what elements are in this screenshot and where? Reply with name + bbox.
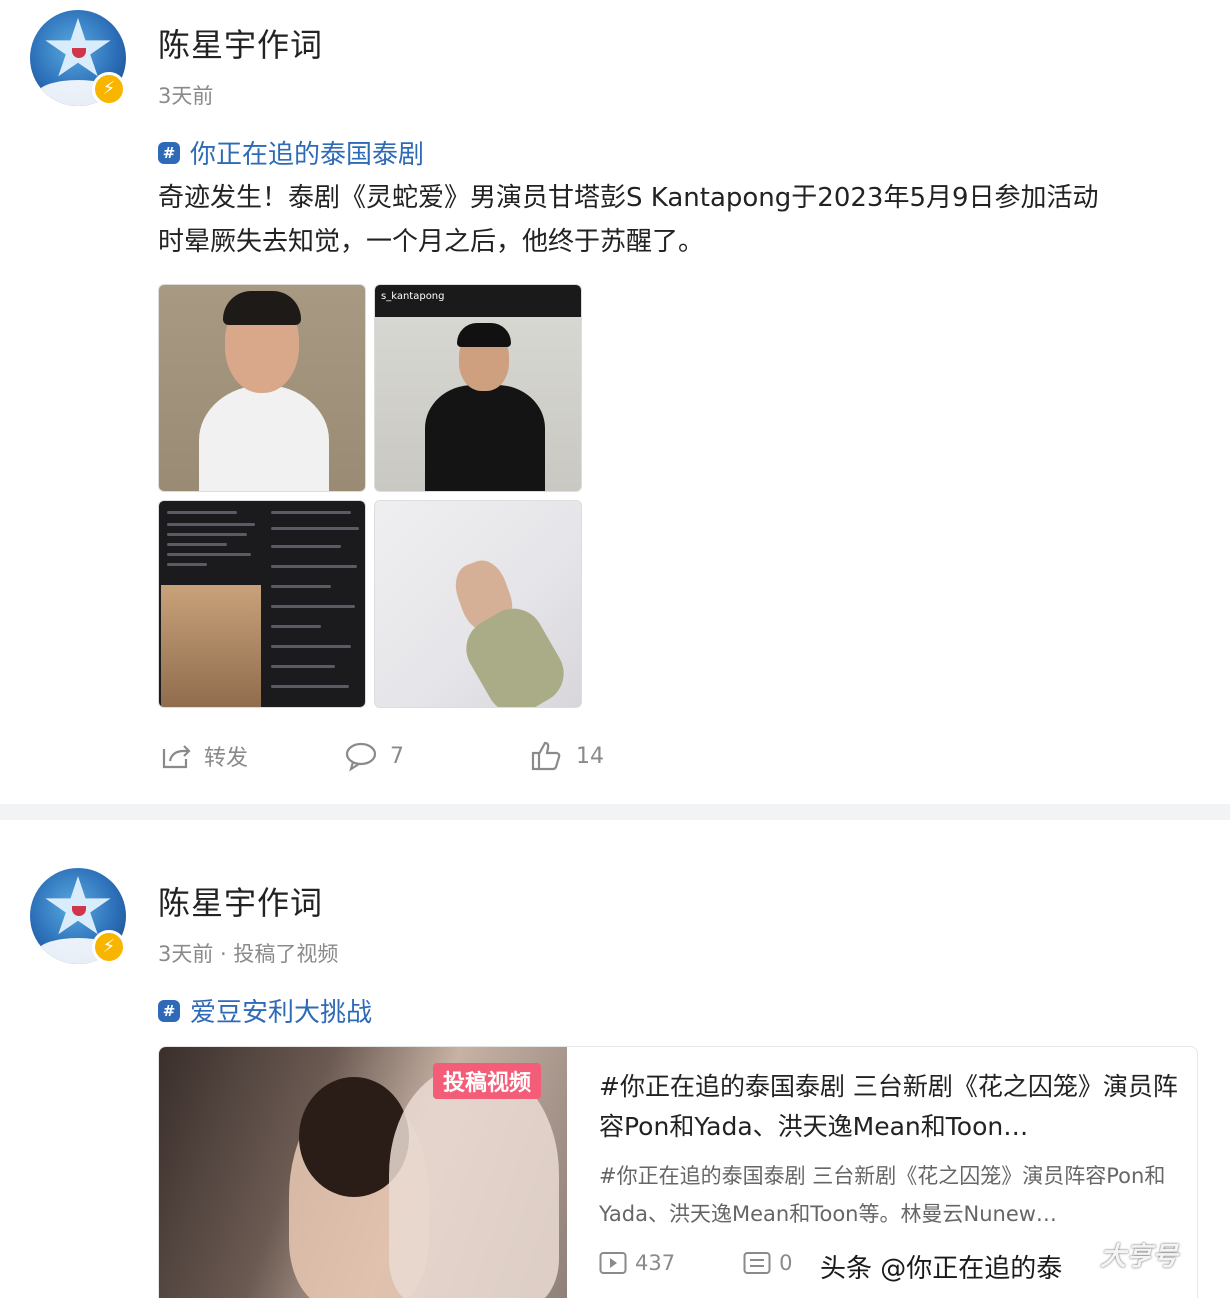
video-title[interactable]: #你正在追的泰国泰剧 三台新剧《花之囚笼》演员阵容Pon和Yada、洪天逸Mea…: [599, 1067, 1179, 1147]
image-line: [167, 563, 207, 566]
video-info: #你正在追的泰国泰剧 三台新剧《花之囚笼》演员阵容Pon和Yada、洪天逸Mea…: [599, 1067, 1179, 1233]
avatar[interactable]: ⚡: [30, 868, 126, 964]
watermark: 头条 @你正在追的泰: [820, 1254, 1063, 1284]
thumbs-up-icon: [531, 741, 561, 771]
image-line: [271, 605, 355, 608]
image-line: [271, 685, 349, 688]
topic-link[interactable]: # 你正在追的泰国泰剧: [158, 134, 424, 171]
share-button[interactable]: 转发: [158, 734, 248, 778]
feed-post: ⚡ 陈星宇作词 3天前 · 投稿了视频 # 爱豆安利大挑战 投稿视频 #你正在追…: [0, 820, 1230, 1298]
post-text-line: 奇迹发生！泰剧《灵蛇爱》男演员甘塔彭S Kantapong于2023年5月9日参…: [158, 183, 1099, 213]
image-line: [167, 533, 247, 536]
danmaku-count: 0: [743, 1251, 792, 1275]
image-line: [271, 665, 335, 668]
watermark-logo: 大亨号: [1100, 1242, 1179, 1272]
comment-count: 7: [390, 743, 404, 769]
post-image[interactable]: [158, 284, 366, 492]
post-image[interactable]: s_kantapong: [374, 284, 582, 492]
topic-label: 你正在追的泰国泰剧: [190, 140, 425, 170]
post-separator: [0, 804, 1230, 820]
share-label: 转发: [204, 746, 249, 771]
image-line: [271, 545, 341, 548]
topic-link[interactable]: # 爱豆安利大挑战: [158, 992, 372, 1029]
play-icon: [599, 1252, 627, 1274]
post-actions: 转发 7 14: [158, 734, 718, 778]
post-time: 3天前: [158, 84, 214, 108]
image-line: [271, 625, 321, 628]
image-panel-right: [265, 505, 365, 705]
comment-button[interactable]: 7: [344, 734, 404, 778]
post-meta: 3天前 · 投稿了视频: [158, 942, 339, 966]
image-line: [167, 543, 227, 546]
username[interactable]: 陈星宇作词: [158, 20, 323, 66]
share-icon: [162, 745, 191, 769]
verified-badge-icon: ⚡: [92, 930, 126, 964]
verified-badge-icon: ⚡: [92, 72, 126, 106]
image-suit: [425, 385, 545, 491]
post-image[interactable]: [158, 500, 366, 708]
topic-hash-icon: #: [158, 141, 180, 164]
image-hair: [457, 323, 511, 347]
play-count-value: 437: [635, 1251, 676, 1275]
video-description: #你正在追的泰国泰剧 三台新剧《花之囚笼》演员阵容Pon和Yada、洪天逸Mea…: [599, 1164, 1166, 1226]
image-line: [271, 645, 351, 648]
image-group-photo: [161, 585, 261, 707]
username[interactable]: 陈星宇作词: [158, 878, 323, 924]
image-line: [271, 565, 357, 568]
image-line: [167, 523, 255, 526]
image-line: [271, 511, 351, 514]
post-image[interactable]: [374, 500, 582, 708]
play-count: 437: [599, 1251, 675, 1275]
image-handle: s_kantapong: [381, 291, 445, 302]
comment-icon: [345, 742, 377, 772]
post-text: 奇迹发生！泰剧《灵蛇爱》男演员甘塔彭S Kantapong于2023年5月9日参…: [158, 176, 1208, 264]
like-count: 14: [576, 743, 604, 769]
topic-label: 爱豆安利大挑战: [190, 998, 373, 1028]
image-shirt: [199, 385, 329, 491]
topic-hash-icon: #: [158, 999, 180, 1022]
feed-post: ⚡ 陈星宇作词 3天前 # 你正在追的泰国泰剧 奇迹发生！泰剧《灵蛇爱》男演员甘…: [0, 0, 1230, 804]
video-stats: 437 0: [599, 1251, 792, 1275]
video-badge: 投稿视频: [433, 1063, 542, 1099]
image-line: [167, 511, 237, 514]
avatar[interactable]: ⚡: [30, 10, 126, 106]
image-line: [167, 553, 251, 556]
image-panel-left: [161, 505, 261, 707]
post-text-line: 时晕厥失去知觉，一个月之后，他终于苏醒了。: [158, 227, 705, 257]
cover-figure: [389, 1067, 559, 1298]
like-button[interactable]: 14: [530, 734, 604, 778]
image-line: [271, 585, 331, 588]
image-hair: [223, 291, 301, 325]
danmaku-count-value: 0: [779, 1251, 793, 1275]
danmaku-icon: [743, 1252, 771, 1274]
image-line: [271, 527, 359, 530]
video-cover[interactable]: 投稿视频: [159, 1047, 567, 1298]
